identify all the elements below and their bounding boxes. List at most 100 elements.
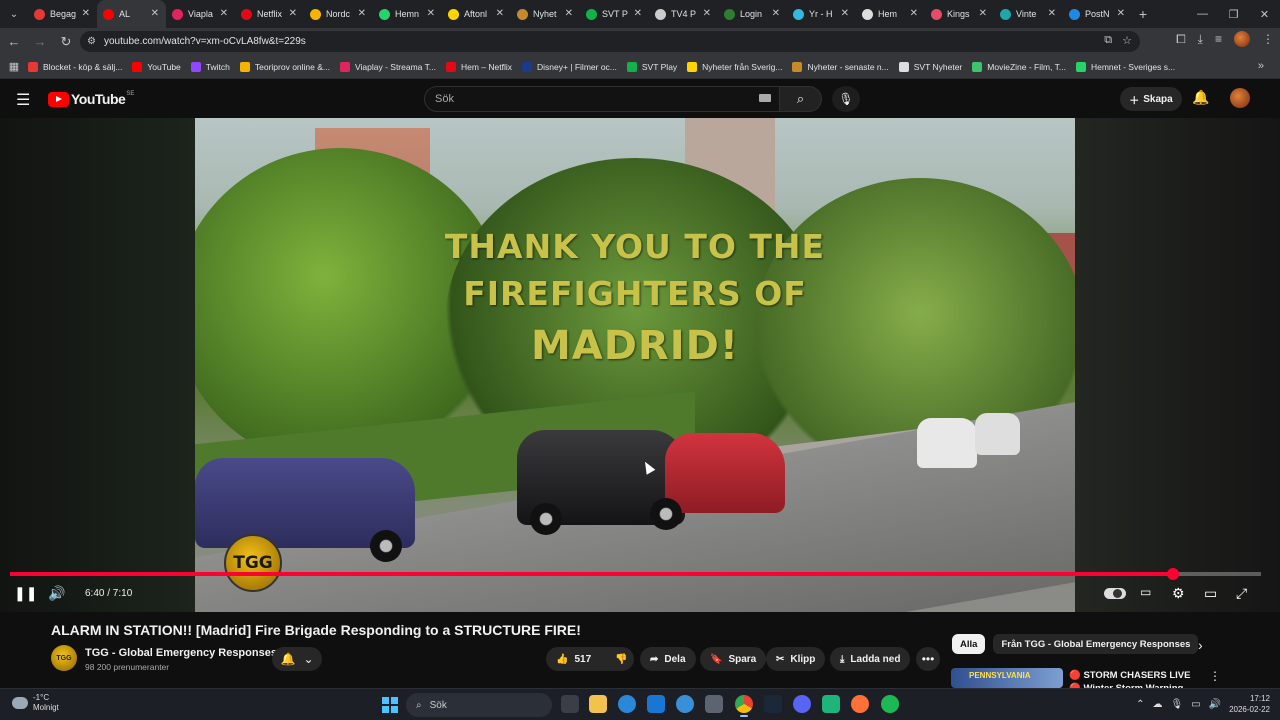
- channel-name[interactable]: TGG - Global Emergency Responses: [85, 647, 277, 659]
- url-field[interactable]: ⚙ youtube.com/watch?v=xm-oCvLA8fw&t=229s…: [80, 31, 1140, 52]
- network-app-icon[interactable]: [676, 695, 694, 713]
- browser-tab[interactable]: Netflix ✕: [235, 0, 304, 28]
- tab-close-icon[interactable]: ✕: [289, 8, 297, 19]
- weather-widget[interactable]: -1°C Molnigt: [12, 693, 59, 713]
- tab-close-icon[interactable]: ✕: [1117, 8, 1125, 19]
- dislike-button[interactable]: 👎: [615, 654, 627, 665]
- recommended-more-icon[interactable]: ⋮: [1209, 669, 1221, 683]
- outlook-icon[interactable]: [647, 695, 665, 713]
- browser-tab[interactable]: Kings ✕: [925, 0, 994, 28]
- bookmark-item[interactable]: Viaplay - Streama T...: [340, 61, 436, 72]
- recommended-video[interactable]: PENNSYLVANIA 🔴 STORM CHASERS LIVE 🔴 Wint…: [951, 668, 1280, 688]
- browser-tab[interactable]: Nyhet ✕: [511, 0, 580, 28]
- subtitles-icon[interactable]: ▭: [1140, 585, 1151, 599]
- discord-icon[interactable]: [793, 695, 811, 713]
- tab-close-icon[interactable]: ✕: [358, 8, 366, 19]
- spotify-icon[interactable]: [881, 695, 899, 713]
- autoplay-toggle[interactable]: [1104, 588, 1126, 599]
- keyboard-icon[interactable]: [759, 94, 771, 102]
- youtube-logo[interactable]: YouTube SE: [48, 91, 134, 107]
- tab-close-icon[interactable]: ✕: [634, 8, 642, 19]
- progress-bar[interactable]: [10, 568, 1261, 580]
- bookmark-item[interactable]: SVT Play: [626, 61, 677, 72]
- site-info-icon[interactable]: ⚙: [87, 36, 96, 47]
- bookmark-item[interactable]: Blocket - köp & sälj...: [28, 61, 122, 72]
- settings-gear-icon[interactable]: ⚙: [1172, 585, 1185, 602]
- tab-close-icon[interactable]: ✕: [841, 8, 849, 19]
- menu-icon[interactable]: ☰: [16, 90, 30, 110]
- bookmark-item[interactable]: Disney+ | Filmer oc...: [521, 61, 617, 72]
- edge-icon[interactable]: [618, 695, 636, 713]
- bookmark-item[interactable]: MovieZine - Film, T...: [972, 61, 1066, 72]
- reload-icon[interactable]: ↻: [54, 30, 78, 54]
- share-button[interactable]: ➦ Dela: [640, 647, 696, 671]
- bookmark-star-icon[interactable]: ☆: [1122, 34, 1132, 47]
- more-actions-icon[interactable]: •••: [916, 647, 940, 671]
- like-button[interactable]: 👍: [556, 654, 568, 665]
- chevron-right-icon[interactable]: ›: [1198, 637, 1203, 653]
- theater-mode-icon[interactable]: ▭: [1204, 585, 1217, 602]
- notifications-bell-icon[interactable]: 🔔: [1192, 89, 1209, 106]
- taskbar-search[interactable]: ⌕ Sök: [406, 693, 552, 717]
- volume-icon[interactable]: 🔊: [48, 585, 65, 602]
- tab-close-icon[interactable]: ✕: [979, 8, 987, 19]
- tab-close-icon[interactable]: ✕: [151, 8, 159, 19]
- pen-app-icon[interactable]: [705, 695, 723, 713]
- cloud-sync-icon[interactable]: ☁: [1152, 699, 1162, 710]
- new-tab-button[interactable]: +: [1132, 6, 1154, 22]
- forward-icon[interactable]: →: [28, 30, 52, 54]
- spreadsheet-app-icon[interactable]: [822, 695, 840, 713]
- extensions-icon[interactable]: ⧠: [1176, 32, 1186, 47]
- browser-tab[interactable]: Begag ✕: [28, 0, 97, 28]
- apps-grid-icon[interactable]: ▦: [0, 60, 28, 73]
- clock[interactable]: 17:12 2026-02-22: [1229, 693, 1270, 715]
- bookmark-item[interactable]: SVT Nyheter: [898, 61, 962, 72]
- browser-tab[interactable]: Yr - H ✕: [787, 0, 856, 28]
- recommended-title[interactable]: 🔴 STORM CHASERS LIVE 🔴 Winter Storm Warn…: [1069, 669, 1199, 688]
- tab-close-icon[interactable]: ✕: [82, 8, 90, 19]
- bookmark-item[interactable]: Twitch: [190, 61, 230, 72]
- chip-from-channel[interactable]: Från TGG - Global Emergency Responses: [993, 634, 1199, 654]
- file-explorer-icon[interactable]: [589, 695, 607, 713]
- video-player[interactable]: THANK YOU TO THE FIREFIGHTERS OF MADRID!: [0, 118, 1280, 612]
- restore-icon[interactable]: ❐: [1218, 8, 1249, 21]
- microphone-icon[interactable]: 🎙: [1170, 699, 1183, 710]
- clip-button[interactable]: ✂ Klipp: [766, 647, 826, 671]
- tab-close-icon[interactable]: ✕: [703, 8, 711, 19]
- bookmark-item[interactable]: YouTube: [132, 61, 181, 72]
- chrome-icon[interactable]: [735, 695, 753, 717]
- tab-close-icon[interactable]: ✕: [496, 8, 504, 19]
- browser-menu-icon[interactable]: ⋮: [1262, 32, 1274, 46]
- chevron-up-icon[interactable]: ⌃: [1136, 699, 1144, 710]
- search-input[interactable]: Sök: [424, 86, 780, 112]
- save-button[interactable]: 🔖 Spara: [700, 647, 767, 671]
- browser-tab[interactable]: Aftonl ✕: [442, 0, 511, 28]
- fullscreen-icon[interactable]: ⤢: [1236, 585, 1247, 602]
- display-icon[interactable]: ▭: [1191, 699, 1200, 710]
- pause-icon[interactable]: ❚❚: [14, 585, 37, 602]
- back-icon[interactable]: ←: [2, 30, 26, 54]
- tab-close-icon[interactable]: ✕: [565, 8, 573, 19]
- create-button[interactable]: ＋ Skapa: [1120, 87, 1182, 111]
- tab-search-icon[interactable]: ⌄: [0, 0, 28, 28]
- account-avatar[interactable]: [1230, 88, 1250, 108]
- task-view-icon[interactable]: [561, 695, 579, 713]
- tab-close-icon[interactable]: ✕: [910, 8, 918, 19]
- voice-search-button[interactable]: 🎙: [832, 86, 860, 112]
- download-icon[interactable]: ⤓: [1198, 32, 1203, 47]
- reading-list-icon[interactable]: ≡: [1215, 32, 1222, 46]
- browser-tab[interactable]: Nordc ✕: [304, 0, 373, 28]
- browser-tab[interactable]: PostN ✕: [1063, 0, 1132, 28]
- browser-tab[interactable]: SVT P ✕: [580, 0, 649, 28]
- video-frame[interactable]: THANK YOU TO THE FIREFIGHTERS OF MADRID!: [195, 118, 1075, 612]
- windows-start-icon[interactable]: [382, 697, 398, 713]
- bookmark-item[interactable]: Nyheter - senaste n...: [792, 61, 889, 72]
- tab-close-icon[interactable]: ✕: [772, 8, 780, 19]
- chip-all[interactable]: Alla: [952, 634, 986, 654]
- bookmark-item[interactable]: Hem – Netflix: [445, 61, 512, 72]
- profile-avatar[interactable]: [1234, 31, 1250, 47]
- browser-tab[interactable]: Login ✕: [718, 0, 787, 28]
- browser-tab[interactable]: Hem ✕: [856, 0, 925, 28]
- recommended-thumbnail[interactable]: PENNSYLVANIA: [951, 668, 1063, 688]
- close-window-icon[interactable]: ✕: [1249, 8, 1280, 21]
